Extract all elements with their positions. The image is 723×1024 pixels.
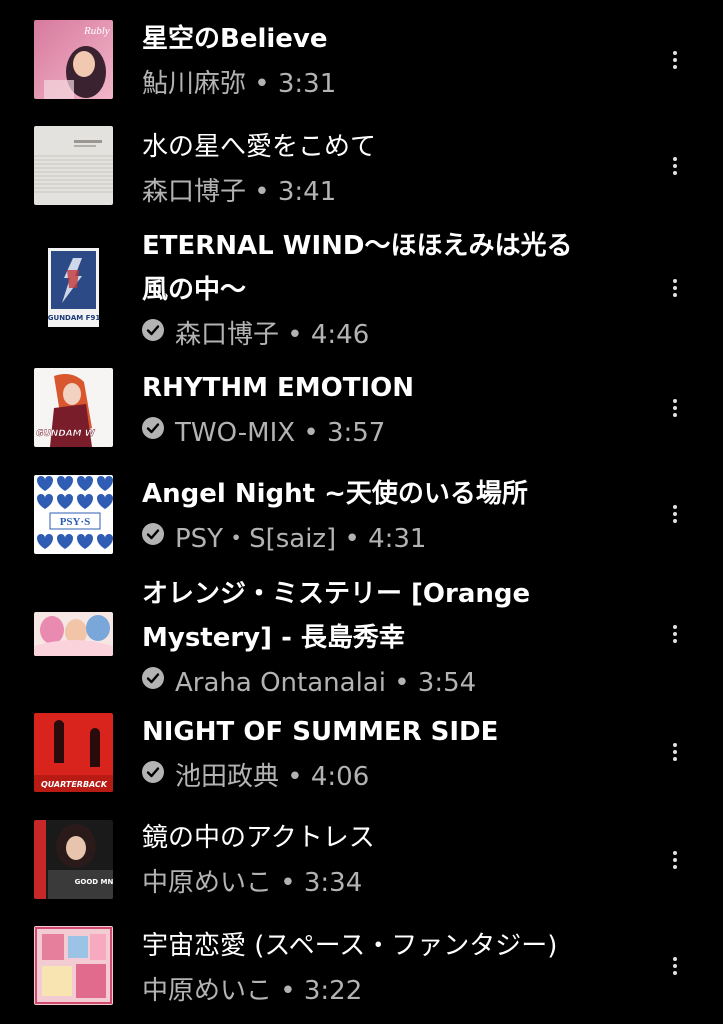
album-thumbnail[interactable]: GUNDAM W bbox=[34, 368, 113, 447]
verified-icon bbox=[142, 319, 164, 341]
album-text: QUARTERBACK bbox=[41, 780, 108, 789]
track-info: 星空のBelieve 鮎川麻弥 • 3:31 bbox=[142, 17, 642, 107]
more-options-icon[interactable] bbox=[662, 614, 688, 654]
track-subtitle-text: Araha Ontanalai • 3:54 bbox=[175, 668, 477, 698]
verified-icon bbox=[142, 417, 164, 439]
album-art-pink-collage-icon bbox=[34, 926, 113, 1005]
track-info: NIGHT OF SUMMER SIDE 池田政典 • 4:06 bbox=[142, 710, 642, 800]
track-row[interactable]: GUNDAM F91 ETERNAL WIND～ほほえみは光る 風の中～ 森口博… bbox=[0, 226, 723, 362]
track-row[interactable]: Rubly 星空のBelieve 鮎川麻弥 • 3:31 bbox=[0, 0, 723, 116]
track-info: オレンジ・ミステリー [Orange Mystery] - 長島秀幸 Araha… bbox=[142, 572, 642, 706]
track-info: 鏡の中のアクトレス 中原めいこ • 3:34 bbox=[142, 816, 642, 906]
album-art-quarterback-icon: QUARTERBACK bbox=[34, 713, 113, 792]
album-thumbnail[interactable] bbox=[34, 926, 113, 1005]
more-options-icon[interactable] bbox=[662, 388, 688, 428]
track-title-line-2: 風の中～ bbox=[142, 275, 247, 305]
album-art-portrait-icon: Rubly bbox=[34, 20, 113, 99]
track-title: NIGHT OF SUMMER SIDE bbox=[142, 717, 499, 747]
track-title: 水の星へ愛をこめて bbox=[142, 132, 377, 162]
more-options-icon[interactable] bbox=[662, 494, 688, 534]
track-subtitle: 鮎川麻弥 • 3:31 bbox=[142, 69, 337, 99]
track-info: 宇宙恋愛 (スペース・ファンタジー) 中原めいこ • 3:22 bbox=[142, 924, 642, 1014]
track-subtitle: 池田政典 • 4:06 bbox=[142, 754, 642, 800]
track-title: 鏡の中のアクトレス bbox=[142, 823, 375, 853]
album-art-gundam-poster-icon: GUNDAM F91 bbox=[34, 248, 113, 327]
album-text: GUNDAM F91 bbox=[48, 314, 101, 322]
track-title: RHYTHM EMOTION bbox=[142, 373, 415, 403]
track-title: 宇宙恋愛 (スペース・ファンタジー) bbox=[142, 931, 558, 961]
track-info: Angel Night ~天使のいる場所 PSY・S[saiz] • 4:31 bbox=[142, 472, 642, 562]
track-subtitle: 中原めいこ • 3:22 bbox=[142, 976, 363, 1006]
more-options-icon[interactable] bbox=[662, 146, 688, 186]
album-thumbnail[interactable]: QUARTERBACK bbox=[34, 713, 113, 792]
track-info: ETERNAL WIND～ほほえみは光る 風の中～ 森口博子 • 4:46 bbox=[142, 224, 642, 358]
album-thumbnail[interactable]: GOOD MN bbox=[34, 820, 113, 899]
track-info: 水の星へ愛をこめて 森口博子 • 3:41 bbox=[142, 125, 642, 215]
album-art-minimal-icon bbox=[34, 126, 113, 205]
track-subtitle: 森口博子 • 3:41 bbox=[142, 177, 337, 207]
album-art-gundam-w-icon: GUNDAM W bbox=[34, 368, 113, 447]
track-subtitle: 中原めいこ • 3:34 bbox=[142, 868, 363, 898]
album-thumbnail[interactable]: Rubly bbox=[34, 20, 113, 99]
track-subtitle-text: 池田政典 • 4:06 bbox=[175, 762, 370, 792]
track-row[interactable]: GUNDAM W RHYTHM EMOTION TWO-MIX • 3:57 bbox=[0, 362, 723, 466]
album-thumbnail[interactable] bbox=[34, 126, 113, 205]
album-art-hearts-icon: PSY·S bbox=[34, 475, 113, 554]
album-thumbnail[interactable]: PSY·S bbox=[34, 475, 113, 554]
album-art-collage-icon: GOOD MN bbox=[34, 820, 113, 899]
track-row[interactable]: 水の星へ愛をこめて 森口博子 • 3:41 bbox=[0, 116, 723, 226]
track-subtitle: Araha Ontanalai • 3:54 bbox=[142, 660, 642, 706]
album-text: Rubly bbox=[83, 25, 110, 37]
verified-icon bbox=[142, 667, 164, 689]
track-subtitle: TWO-MIX • 3:57 bbox=[142, 410, 642, 456]
track-subtitle-text: TWO-MIX • 3:57 bbox=[175, 418, 386, 448]
track-title-line-2: Mystery] - 長島秀幸 bbox=[142, 623, 405, 653]
more-options-icon[interactable] bbox=[662, 732, 688, 772]
album-art-anime-icon bbox=[34, 612, 113, 656]
album-thumbnail[interactable] bbox=[34, 612, 113, 656]
more-options-icon[interactable] bbox=[662, 268, 688, 308]
track-title: ETERNAL WIND～ほほえみは光る bbox=[142, 231, 573, 261]
more-options-icon[interactable] bbox=[662, 946, 688, 986]
album-text: PSY·S bbox=[60, 516, 91, 528]
track-subtitle-text: 森口博子 • 4:46 bbox=[175, 320, 370, 350]
track-row[interactable]: GOOD MN 鏡の中のアクトレス 中原めいこ • 3:34 bbox=[0, 812, 723, 918]
album-text: GOOD MN bbox=[75, 878, 113, 886]
album-text: GUNDAM W bbox=[36, 429, 96, 439]
verified-icon bbox=[142, 523, 164, 545]
track-subtitle-text: PSY・S[saiz] • 4:31 bbox=[175, 524, 427, 554]
track-row[interactable]: オレンジ・ミステリー [Orange Mystery] - 長島秀幸 Araha… bbox=[0, 572, 723, 708]
track-title: オレンジ・ミステリー [Orange bbox=[142, 579, 531, 609]
track-info: RHYTHM EMOTION TWO-MIX • 3:57 bbox=[142, 366, 642, 456]
track-row[interactable]: QUARTERBACK NIGHT OF SUMMER SIDE 池田政典 • … bbox=[0, 708, 723, 812]
track-row[interactable]: 宇宙恋愛 (スペース・ファンタジー) 中原めいこ • 3:22 bbox=[0, 918, 723, 1024]
more-options-icon[interactable] bbox=[662, 40, 688, 80]
track-title: 星空のBelieve bbox=[142, 24, 328, 54]
verified-icon bbox=[142, 761, 164, 783]
track-title: Angel Night ~天使のいる場所 bbox=[142, 479, 528, 509]
track-list: Rubly 星空のBelieve 鮎川麻弥 • 3:31 水の星へ愛をこめて 森… bbox=[0, 0, 723, 1024]
track-subtitle: 森口博子 • 4:46 bbox=[142, 312, 642, 358]
more-options-icon[interactable] bbox=[662, 840, 688, 880]
track-subtitle: PSY・S[saiz] • 4:31 bbox=[142, 516, 642, 562]
track-row[interactable]: PSY·S Angel Night ~天使のいる場所 PSY・S[saiz] •… bbox=[0, 466, 723, 572]
album-thumbnail[interactable]: GUNDAM F91 bbox=[34, 248, 113, 327]
